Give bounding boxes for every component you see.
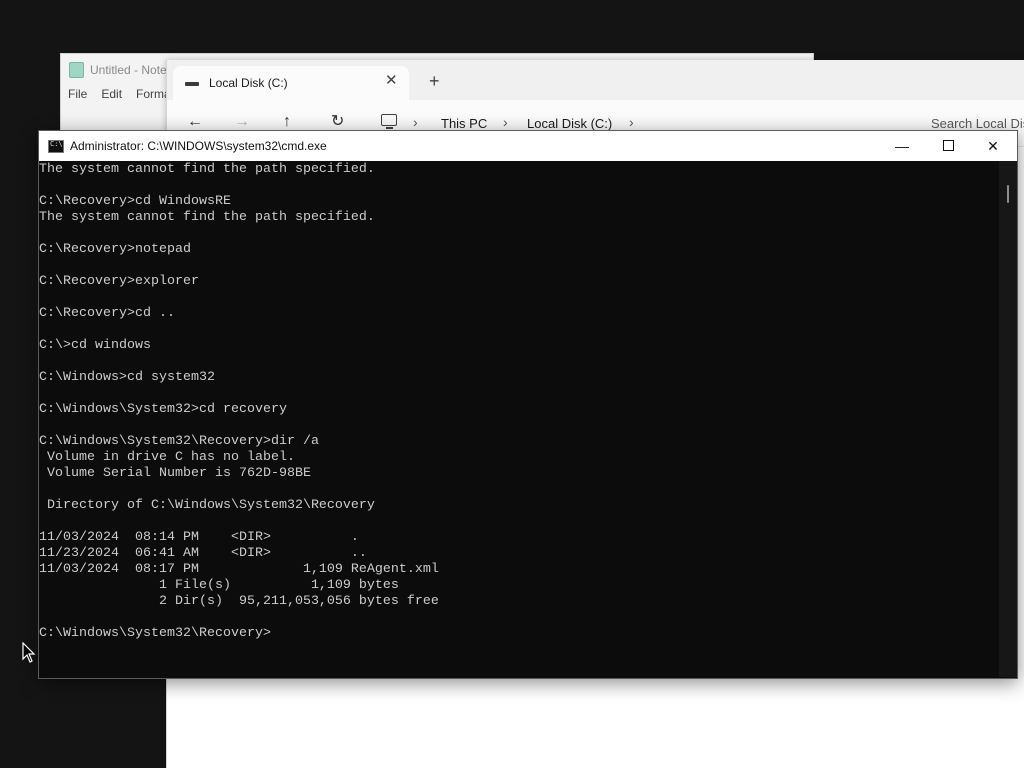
breadcrumb-chevron-icon[interactable]: › — [503, 114, 508, 130]
this-pc-monitor-icon[interactable] — [381, 114, 397, 129]
cmd-titlebar[interactable]: C:\ Administrator: C:\WINDOWS\system32\c… — [39, 131, 1017, 161]
console-line: 1 File(s) 1,109 bytes — [39, 578, 399, 593]
mouse-pointer-icon — [22, 642, 36, 663]
menu-edit[interactable]: Edit — [101, 87, 122, 101]
menu-file[interactable]: File — [68, 87, 87, 101]
cmd-window-title: Administrator: C:\WINDOWS\system32\cmd.e… — [70, 139, 327, 153]
search-input[interactable]: Search Local Disk (C:) — [931, 116, 1024, 131]
vertical-scrollbar[interactable] — [999, 161, 1017, 677]
console-line: 2 Dir(s) 95,211,053,056 bytes free — [39, 594, 439, 609]
tab-local-disk[interactable]: Local Disk (C:) ✕ — [173, 66, 409, 100]
console-line: Volume Serial Number is 762D-98BE — [39, 466, 311, 481]
console-line: Directory of C:\Windows\System32\Recover… — [39, 498, 375, 513]
explorer-tabbar: Local Disk (C:) ✕ + — [167, 60, 1024, 100]
refresh-icon[interactable]: ↻ — [331, 113, 344, 131]
breadcrumb-chevron-icon[interactable]: › — [629, 114, 634, 130]
breadcrumb-local-disk[interactable]: Local Disk (C:) — [527, 116, 612, 131]
maximize-icon — [942, 140, 954, 152]
up-arrow-icon[interactable]: ↑ — [283, 113, 291, 131]
notepad-menubar: File Edit Format — [68, 87, 174, 101]
console-line: The system cannot find the path specifie… — [39, 162, 375, 177]
console-line: Volume in drive C has no label. — [39, 450, 295, 465]
console-line: 11/03/2024 08:17 PM 1,109 ReAgent.xml — [39, 562, 439, 577]
console-line: C:\Windows\System32>cd recovery — [39, 402, 287, 417]
drive-icon — [185, 82, 199, 86]
console-line: 11/23/2024 06:41 AM <DIR> .. — [39, 546, 367, 561]
console-line: C:\Windows>cd system32 — [39, 370, 215, 385]
back-arrow-icon[interactable]: ← — [187, 113, 203, 131]
console-line: C:\Recovery>explorer — [39, 274, 199, 289]
console-line: The system cannot find the path specifie… — [39, 210, 375, 225]
console-line: C:\Windows\System32\Recovery>dir /a — [39, 434, 319, 449]
tab-label: Local Disk (C:) — [209, 76, 288, 90]
cmd-window[interactable]: C:\ Administrator: C:\WINDOWS\system32\c… — [38, 130, 1018, 679]
console-output[interactable]: The system cannot find the path specifie… — [39, 161, 999, 678]
cmd-app-icon: C:\ — [48, 140, 64, 153]
console-line: C:\>cd windows — [39, 338, 151, 353]
scrollbar-thumb[interactable] — [1007, 185, 1009, 203]
console-line: C:\Windows\System32\Recovery> — [39, 626, 271, 641]
console-line: C:\Recovery>notepad — [39, 242, 191, 257]
breadcrumb-chevron-icon[interactable]: › — [413, 114, 418, 130]
maximize-button[interactable] — [925, 131, 971, 161]
minimize-button[interactable]: — — [879, 131, 925, 161]
forward-arrow-icon[interactable]: → — [234, 113, 250, 131]
console-line: C:\Recovery>cd WindowsRE — [39, 194, 231, 209]
new-tab-button[interactable]: + — [429, 72, 440, 90]
close-button[interactable]: ✕ — [970, 131, 1016, 161]
notepad-icon — [69, 62, 84, 78]
console-line: C:\Recovery>cd .. — [39, 306, 175, 321]
console-line: 11/03/2024 08:14 PM <DIR> . — [39, 530, 359, 545]
breadcrumb-this-pc[interactable]: This PC — [441, 116, 487, 131]
close-tab-icon[interactable]: ✕ — [385, 72, 398, 90]
